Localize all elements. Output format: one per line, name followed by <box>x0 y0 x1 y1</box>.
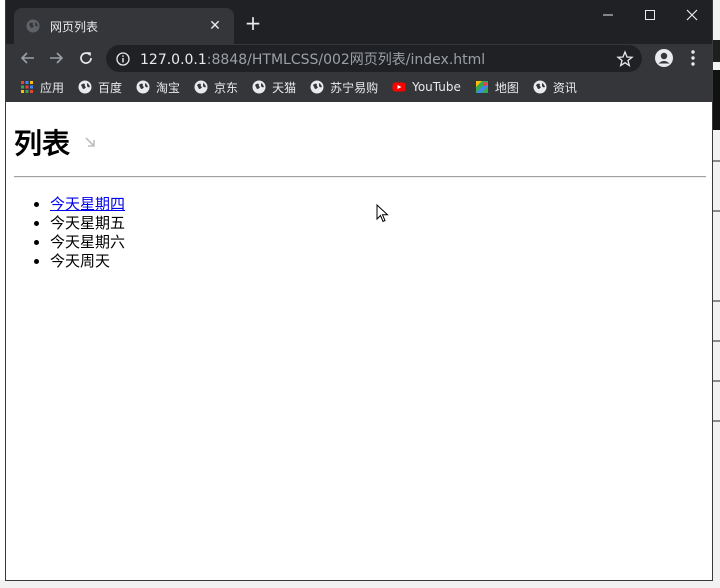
bookmark-label: 京东 <box>214 80 239 95</box>
bookmark-label: 淘宝 <box>156 80 181 95</box>
bookmark-taobao[interactable]: 淘宝 <box>136 79 180 96</box>
forward-button[interactable] <box>46 48 66 68</box>
bookmark-label: 资讯 <box>552 80 577 95</box>
divider <box>14 176 706 178</box>
day-list: 今天星期四 今天星期五 今天星期六 今天周天 <box>14 195 125 271</box>
url-host: 127.0.0.1 <box>140 51 207 68</box>
forward-arrow-icon <box>50 52 64 64</box>
page-heading: 列表 <box>14 122 96 162</box>
title-bar: 网页列表 ✕ + <box>6 0 712 44</box>
globe-icon <box>78 80 92 94</box>
bookmarks-bar: 应用 百度 淘宝 京东 天猫 苏宁易购 YouTube 地图 资讯 <box>6 72 712 102</box>
maximize-icon <box>645 10 655 20</box>
profile-icon[interactable] <box>654 48 674 68</box>
info-icon[interactable] <box>116 51 130 66</box>
back-arrow-icon <box>20 52 34 64</box>
reload-icon <box>80 52 92 64</box>
bookmark-label: YouTube <box>412 80 461 94</box>
background-mark <box>712 210 720 212</box>
list-item: 今天星期四 <box>50 195 125 214</box>
globe-icon <box>310 80 324 94</box>
reload-button[interactable] <box>76 48 96 68</box>
minimize-button[interactable] <box>586 0 630 30</box>
desktop-bottom-strip <box>0 580 720 588</box>
browser-toolbar: 127.0.0.1:8848/HTMLCSS/002网页列表/index.htm… <box>6 44 712 72</box>
globe-icon <box>252 80 266 94</box>
maps-icon <box>475 81 488 93</box>
apps-grid-icon <box>21 81 33 93</box>
list-item: 今天星期五 <box>50 214 125 233</box>
background-window-strip <box>712 0 720 588</box>
arrow-down-right-icon <box>85 137 95 147</box>
background-mark <box>712 420 720 422</box>
minimize-icon <box>603 14 613 16</box>
address-bar[interactable]: 127.0.0.1:8848/HTMLCSS/002网页列表/index.htm… <box>106 45 642 72</box>
bookmark-label: 百度 <box>98 80 123 95</box>
tab-active[interactable]: 网页列表 ✕ <box>14 8 234 44</box>
maximize-button[interactable] <box>628 0 672 30</box>
background-mark <box>712 160 720 162</box>
bookmark-label: 应用 <box>40 80 65 95</box>
mouse-cursor-icon <box>376 204 389 223</box>
bookmark-news[interactable]: 资讯 <box>533 79 577 96</box>
bookmark-label: 苏宁易购 <box>330 80 379 95</box>
new-tab-button[interactable]: + <box>242 11 264 35</box>
background-mark <box>712 300 720 302</box>
list-item-link[interactable]: 今天星期四 <box>50 195 125 213</box>
page-content: 列表 今天星期四 今天星期五 今天星期六 今天周天 <box>6 102 712 580</box>
bookmark-tmall[interactable]: 天猫 <box>252 79 296 96</box>
globe-icon <box>194 80 208 94</box>
bookmark-youtube[interactable]: YouTube <box>392 80 461 94</box>
background-mark <box>712 380 720 382</box>
globe-icon <box>533 80 547 94</box>
bookmark-label: 地图 <box>494 80 519 95</box>
bookmark-jd[interactable]: 京东 <box>194 79 238 96</box>
tab-title: 网页列表 <box>50 19 99 34</box>
page-title: 列表 <box>14 127 71 160</box>
close-window-button[interactable] <box>670 0 714 30</box>
list-item: 今天星期六 <box>50 233 125 252</box>
background-mark <box>712 340 720 342</box>
bookmark-suning[interactable]: 苏宁易购 <box>310 79 378 96</box>
globe-icon <box>26 19 40 33</box>
bookmark-maps[interactable]: 地图 <box>475 79 519 96</box>
star-icon[interactable] <box>616 50 634 68</box>
close-tab-icon[interactable]: ✕ <box>206 17 224 35</box>
youtube-icon <box>392 82 406 92</box>
url-path: :8848/HTMLCSS/002网页列表/index.html <box>206 51 486 68</box>
bookmark-label: 天猫 <box>272 80 297 95</box>
back-button[interactable] <box>18 48 38 68</box>
globe-icon <box>136 80 150 94</box>
background-block <box>712 40 720 62</box>
bookmark-baidu[interactable]: 百度 <box>78 79 122 96</box>
bookmark-apps[interactable]: 应用 <box>20 79 64 96</box>
browser-window: 网页列表 ✕ + 127.0.0.1:8848/HTMLCSS/002网页列表/… <box>6 0 712 580</box>
list-item: 今天周天 <box>50 252 125 271</box>
more-menu-icon[interactable] <box>686 48 700 68</box>
close-icon <box>686 9 698 21</box>
background-block <box>712 70 720 130</box>
url-text: 127.0.0.1:8848/HTMLCSS/002网页列表/index.htm… <box>140 49 485 69</box>
